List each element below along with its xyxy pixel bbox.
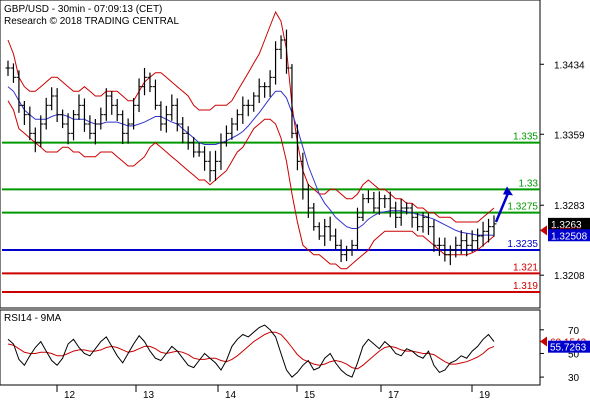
price-tick-label-0: 1.3434 (554, 60, 585, 71)
chart-title: GBP/USD - 30min - 07:09:13 (CET) (4, 4, 162, 15)
level-label-0: 1.335 (513, 132, 538, 143)
rsi-tick-label-0: 70 (568, 326, 580, 337)
rsi-badge-pointer-0 (540, 336, 547, 347)
price-tick-label-2: 1.3283 (554, 201, 585, 212)
price-tick-label-3: 1.3208 (554, 271, 585, 282)
price-badge-pointer-1 (540, 225, 547, 236)
price-badges: 1.32631.32561.32508 (540, 217, 590, 242)
level-label-3: 1.3235 (507, 239, 538, 250)
rsi-panel-title: RSI14 - 9MA (4, 313, 62, 324)
level-label-5: 1.319 (513, 281, 538, 292)
chart-copyright: Research © 2018 TRADING CENTRAL (4, 16, 179, 27)
price-tick-label-1: 1.3359 (554, 130, 585, 141)
time-tick-label-6: 19 (479, 390, 491, 400)
time-tick-label-5: 17 (388, 390, 400, 400)
level-label-1: 1.33 (519, 178, 539, 189)
time-axis: 12 13 14 15 17 19 (56, 385, 491, 400)
gbpusd-chart: GBP/USD - 30min - 07:09:13 (CET) Researc… (0, 0, 590, 400)
level-label-2: 1.3275 (507, 202, 538, 213)
time-tick-label-0: 12 (64, 390, 76, 400)
level-label-4: 1.321 (513, 262, 538, 273)
price-axis: 1.3434 1.3359 1.3283 1.3208 (540, 60, 585, 282)
rsi-tick-label-2: 30 (568, 373, 580, 384)
time-tick-label-3: 15 (304, 390, 316, 400)
rsi-panel-frame (0, 309, 541, 386)
price-badge-label-2: 1.32508 (551, 231, 588, 242)
time-tick-label-1: 13 (143, 390, 155, 400)
time-tick-label-2: 14 (225, 390, 237, 400)
rsi-badge-label-1: 55.7263 (550, 343, 587, 354)
